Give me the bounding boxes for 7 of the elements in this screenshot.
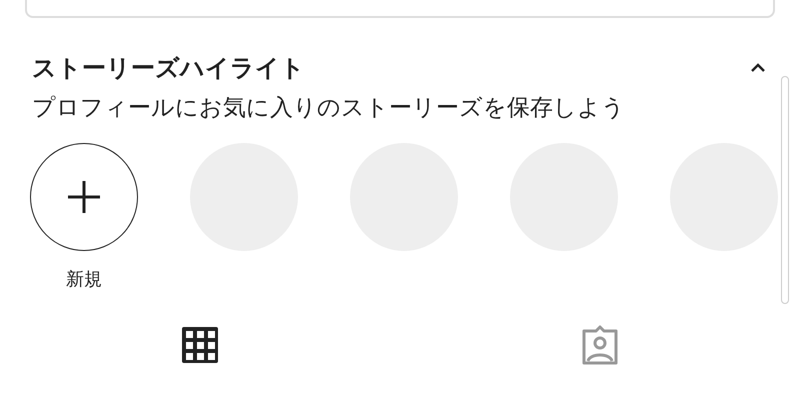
section-title: ストーリーズハイライト: [32, 53, 305, 84]
grid-icon: [180, 325, 220, 365]
highlight-label: 新規: [66, 268, 102, 291]
scrollbar[interactable]: [781, 76, 789, 304]
caret-icon[interactable]: [750, 63, 766, 73]
plus-icon: [66, 179, 102, 215]
section-subtitle: プロフィールにお気に入りのストーリーズを保存しよう: [32, 94, 626, 123]
